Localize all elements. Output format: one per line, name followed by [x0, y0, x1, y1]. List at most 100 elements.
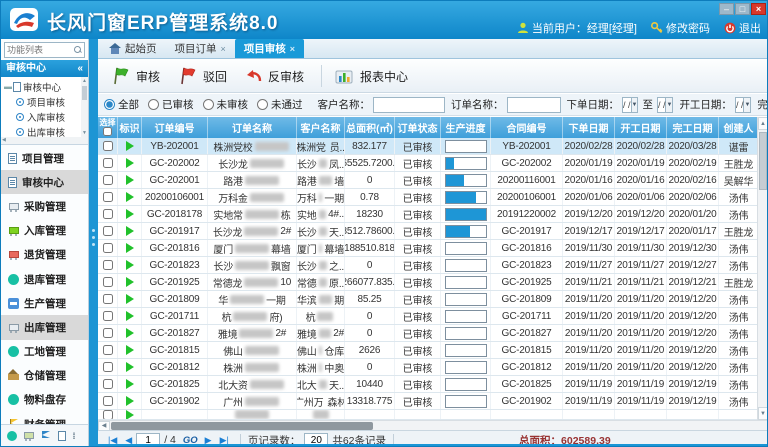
row-checkbox[interactable] — [103, 328, 113, 338]
module-circle-icon[interactable] — [7, 431, 17, 441]
tree-expander-icon[interactable]: ▬ — [4, 82, 11, 91]
column-header-2[interactable]: 订单编号 — [142, 117, 208, 138]
table-row[interactable]: GC-202001路港路港墙0已审核202001160012020/01/162… — [98, 172, 759, 189]
sidebar-item-1[interactable]: 审核中心 — [1, 170, 88, 194]
tree-vertical-scrollbar[interactable]: ▲ ▼ — [81, 77, 88, 144]
tree-root-audit-center[interactable]: ▬ 审核中心 — [1, 79, 88, 94]
row-checkbox[interactable] — [103, 243, 113, 253]
change-password-button[interactable]: 修改密码 — [651, 20, 710, 36]
table-row[interactable]: YB-202001株洲党校株洲党员..832.177已审核YB-20200120… — [98, 138, 759, 155]
row-checkbox[interactable] — [103, 294, 113, 304]
table-vertical-scrollbar[interactable]: ▲ ▼ — [757, 117, 767, 420]
column-header-12[interactable]: 创建人 — [719, 117, 759, 138]
table-row[interactable]: GC-201816厦门幕墙厦门幕墙188510.818已审核GC-2018162… — [98, 240, 759, 257]
unaudit-button[interactable]: 反审核 — [240, 64, 313, 89]
module-doc-icon[interactable] — [58, 431, 66, 441]
minimize-button[interactable]: – — [719, 3, 734, 15]
order-date-to-input[interactable]: / / — [657, 97, 667, 113]
tree-item-1[interactable]: 入库审核 — [1, 109, 88, 124]
column-header-10[interactable]: 开工日期 — [615, 117, 667, 138]
row-checkbox[interactable] — [103, 396, 113, 406]
row-checkbox[interactable] — [103, 192, 113, 202]
column-header-11[interactable]: 完工日期 — [667, 117, 719, 138]
select-all-checkbox[interactable] — [103, 127, 112, 136]
column-header-3[interactable]: 订单名称 — [208, 117, 297, 138]
tree-item-0[interactable]: 项目审核 — [1, 94, 88, 109]
customer-name-input[interactable] — [373, 97, 445, 113]
hscroll-thumb[interactable] — [111, 422, 373, 430]
table-row[interactable]: GC-201812株洲株洲中奥0已审核GC-2018122019/11/2020… — [98, 359, 759, 376]
audit-button[interactable]: 审核 — [106, 63, 169, 89]
start-date-input[interactable]: / / — [735, 97, 745, 113]
column-header-0[interactable]: 选择 — [98, 117, 118, 138]
row-checkbox[interactable] — [103, 311, 113, 321]
table-row[interactable]: GC-201825北大资北大天..10440已审核GC-2018252019/1… — [98, 376, 759, 393]
column-header-7[interactable]: 生产进度 — [441, 117, 491, 138]
collapse-icon[interactable]: « — [77, 60, 83, 77]
scroll-up-icon[interactable]: ▲ — [81, 78, 88, 84]
tab-close-icon[interactable]: × — [290, 44, 295, 54]
scroll-down-icon[interactable]: ▼ — [81, 130, 88, 136]
sidebar-item-10[interactable]: 物料盘存 — [1, 388, 88, 412]
table-row[interactable]: GC-201815佛山佛山仓库2626已审核GC-2018152019/11/2… — [98, 342, 759, 359]
maximize-button[interactable]: □ — [735, 3, 750, 15]
module-cart-icon[interactable] — [24, 431, 34, 441]
function-search-input[interactable] — [7, 43, 75, 57]
order-date-from-input[interactable]: / / — [622, 97, 632, 113]
radio-unaudited[interactable]: 未审核 — [203, 97, 249, 112]
scroll-down-icon[interactable]: ▼ — [758, 407, 767, 420]
table-row[interactable]: GC-202002长沙龙长沙凤..65525.7200..已审核GC-20200… — [98, 155, 759, 172]
logout-button[interactable]: 退出 — [724, 20, 761, 36]
row-checkbox[interactable] — [103, 226, 113, 236]
tab-close-icon[interactable]: × — [221, 44, 226, 54]
row-checkbox[interactable] — [103, 158, 113, 168]
row-checkbox[interactable] — [103, 141, 113, 151]
tab-project-audit[interactable]: 项目审核 × — [235, 39, 304, 58]
sidebar-item-11[interactable]: 财务管理 — [1, 412, 88, 424]
row-checkbox[interactable] — [103, 379, 113, 389]
sidebar-item-5[interactable]: 退库管理 — [1, 267, 88, 291]
reject-button[interactable]: 驳回 — [173, 63, 236, 89]
order-name-input[interactable] — [507, 97, 561, 113]
column-header-8[interactable]: 合同编号 — [491, 117, 563, 138]
report-center-button[interactable]: 报表中心 — [330, 64, 417, 89]
row-checkbox[interactable] — [103, 410, 113, 419]
column-header-6[interactable]: 订单状态 — [395, 117, 441, 138]
column-header-1[interactable]: 标识 — [118, 117, 142, 138]
sidebar-item-9[interactable]: 仓储管理 — [1, 364, 88, 388]
sidebar-item-3[interactable]: 入库管理 — [1, 219, 88, 243]
sidebar-splitter[interactable] — [89, 39, 98, 446]
table-row[interactable]: GC-201827雅境2#雅境2#0已审核GC-2018272019/11/20… — [98, 325, 759, 342]
table-row[interactable]: GC-2018178实地常栋实地4#..18230已审核201912200022… — [98, 206, 759, 223]
tree-scroll-thumb[interactable] — [82, 86, 87, 100]
module-flag-icon[interactable] — [41, 431, 51, 441]
column-header-9[interactable]: 下单日期 — [563, 117, 615, 138]
table-row[interactable]: GC-201902广州广州万森林13318.775已审核GC-201902201… — [98, 393, 759, 410]
table-row[interactable]: 20200106001万科金万科一期0.78已审核202001060012020… — [98, 189, 759, 206]
table-horizontal-scrollbar[interactable]: ◀ ▶ — [98, 420, 767, 430]
tab-home[interactable]: 起始页 — [100, 39, 166, 58]
table-row-partial[interactable] — [98, 410, 759, 420]
column-header-5[interactable]: 总面积(㎡) — [345, 117, 395, 138]
row-checkbox[interactable] — [103, 345, 113, 355]
chevron-down-icon[interactable]: ▼ — [632, 97, 639, 113]
sidebar-item-8[interactable]: 工地管理 — [1, 340, 88, 364]
tree-horizontal-scrollbar[interactable]: ◀ — [1, 137, 82, 144]
sidebar-item-2[interactable]: 采购管理 — [1, 194, 88, 218]
close-button[interactable]: × — [751, 3, 766, 15]
column-header-4[interactable]: 客户名称 — [297, 117, 345, 138]
table-row[interactable]: GC-201823长沙飘窗长沙之..0已审核GC-2018232019/11/2… — [98, 257, 759, 274]
row-checkbox[interactable] — [103, 209, 113, 219]
chevron-down-icon[interactable]: ▼ — [744, 97, 751, 113]
sidebar-item-4[interactable]: 退货管理 — [1, 243, 88, 267]
radio-audited[interactable]: 已审核 — [148, 97, 194, 112]
vscroll-thumb[interactable] — [759, 132, 767, 190]
scroll-up-icon[interactable]: ▲ — [758, 117, 767, 130]
more-options-icon[interactable]: ⁞ — [73, 431, 83, 441]
radio-not-passed[interactable]: 未通过 — [257, 97, 303, 112]
table-row[interactable]: GC-201925常德龙10常德原..266077.835..已审核GC-201… — [98, 274, 759, 291]
table-row[interactable]: GC-201711杭府)杭0已审核GC-2017112019/11/202019… — [98, 308, 759, 325]
row-checkbox[interactable] — [103, 260, 113, 270]
tab-project-orders[interactable]: 项目订单 × — [166, 39, 235, 58]
row-checkbox[interactable] — [103, 175, 113, 185]
